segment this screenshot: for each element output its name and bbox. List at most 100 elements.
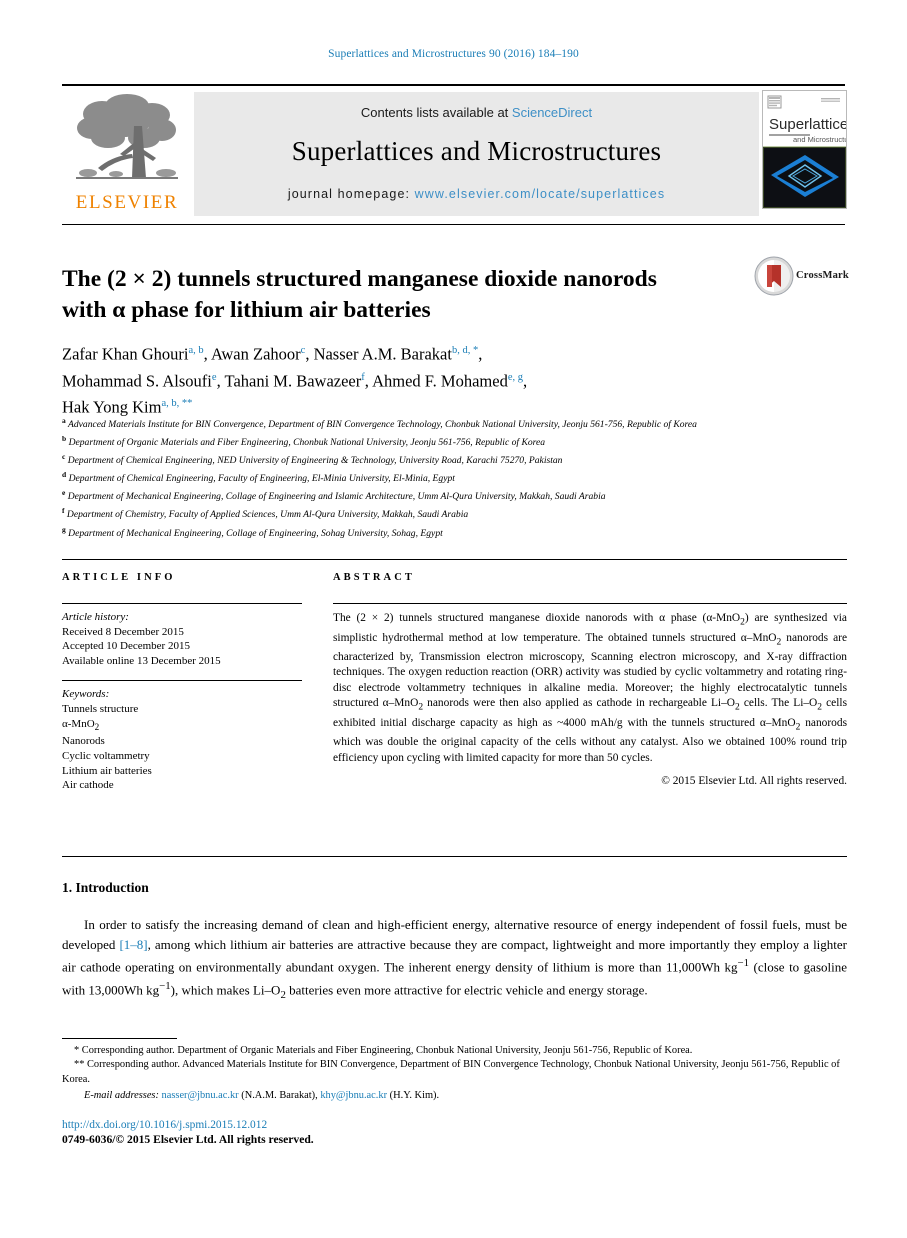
- affiliation-text: Department of Mechanical Engineering, Co…: [67, 491, 606, 503]
- article-info-rule: [62, 603, 302, 604]
- author-affil-marks: e, g: [507, 371, 523, 383]
- author-list: Zafar Khan Ghouria, b, Awan Zahoorc, Nas…: [62, 339, 762, 419]
- affiliation-text: Department of Chemical Engineering, NED …: [67, 455, 563, 467]
- author-sep: ,: [364, 371, 373, 390]
- article-history-label: Article history:: [62, 611, 129, 623]
- email-owner-kim: (H.Y. Kim).: [389, 1090, 440, 1102]
- section-heading-introduction: 1. Introduction: [62, 880, 149, 895]
- author-line-2: Mohammad S. Alsoufie, Tahani M. Bawazeer…: [62, 366, 762, 393]
- keywords-block: Keywords: Tunnels structure α-MnO2 Nanor…: [62, 687, 302, 792]
- running-head: Superlattices and Microstructures 90 (20…: [328, 48, 579, 60]
- article-info-heading: ARTICLE INFO: [62, 572, 176, 583]
- journal-masthead: ELSEVIER Contents lists available at Sci…: [62, 90, 847, 218]
- affiliation-text: Department of Mechanical Engineering, Co…: [68, 527, 443, 539]
- elsevier-wordmark: ELSEVIER: [75, 192, 179, 213]
- abstract-text: The (2 × 2) tunnels structured manganese…: [333, 612, 847, 764]
- svg-text:Superlattices: Superlattices: [769, 116, 846, 133]
- author-name[interactable]: Awan Zahoor: [211, 345, 301, 364]
- affiliation-mark: f: [62, 506, 65, 516]
- crossmark-badge[interactable]: CrossMark: [754, 256, 849, 296]
- email-link-barakat[interactable]: nasser@jbnu.ac.kr: [162, 1090, 239, 1101]
- abstract-section-top-rule: [62, 559, 847, 560]
- email-addresses-note: E-mail addresses: nasser@jbnu.ac.kr (N.A…: [62, 1089, 847, 1103]
- keywords-label: Keywords:: [62, 688, 110, 701]
- email-link-kim[interactable]: khy@jbnu.ac.kr: [320, 1090, 387, 1101]
- author-name[interactable]: Nasser A.M. Barakat: [314, 345, 452, 364]
- affiliation-mark: a: [62, 416, 66, 425]
- crossmark-label: CrossMark: [796, 270, 849, 281]
- author-sep: ,: [203, 344, 211, 364]
- affiliation-text: Advanced Materials Institute for BIN Con…: [67, 419, 697, 431]
- title-line-1: The (2 × 2) tunnels structured manganese…: [62, 265, 657, 292]
- affiliation-item: c Department of Chemical Engineering, NE…: [62, 450, 847, 468]
- affiliation-item: d Department of Chemical Engineering, Fa…: [62, 468, 847, 486]
- affiliation-mark: g: [62, 524, 66, 534]
- affiliation-item: a Advanced Materials Institute for BIN C…: [62, 414, 847, 432]
- corresponding-author-note-2: ** Corresponding author. Advanced Materi…: [62, 1059, 840, 1085]
- elsevier-logo[interactable]: ELSEVIER: [62, 90, 190, 216]
- author-sep: ,: [478, 344, 483, 364]
- abstract-column: The (2 × 2) tunnels structured manganese…: [333, 603, 847, 787]
- journal-cover-image: Superlattices and Microstructures: [763, 91, 846, 208]
- citation-link[interactable]: [1–8]: [119, 937, 147, 952]
- abstract-heading: ABSTRACT: [333, 572, 415, 583]
- keyword-item: Lithium air batteries: [62, 764, 152, 777]
- keyword-item: Tunnels structure: [62, 702, 139, 715]
- keyword-item: Nanorods: [62, 735, 105, 748]
- history-available: Available online 13 December 2015: [62, 654, 221, 667]
- author-affil-marks: a, b, **: [161, 398, 193, 409]
- email-label: E-mail addresses:: [84, 1090, 159, 1102]
- affiliation-item: e Department of Mechanical Engineering, …: [62, 486, 847, 504]
- affiliation-list: a Advanced Materials Institute for BIN C…: [62, 414, 847, 541]
- footnote-block: * Corresponding author. Department of Or…: [62, 1044, 847, 1104]
- author-affil-marks: a, b: [188, 345, 204, 356]
- elsevier-tree-icon: [76, 94, 178, 179]
- author-affil-marks: b, d, *: [451, 345, 479, 356]
- sciencedirect-link[interactable]: ScienceDirect: [512, 105, 592, 120]
- abstract-rule: [333, 603, 847, 604]
- journal-cover-thumbnail[interactable]: Superlattices and Microstructures: [762, 90, 847, 209]
- history-received: Received 8 December 2015: [62, 625, 184, 638]
- footnote-rule: [62, 1038, 177, 1039]
- journal-homepage-link[interactable]: www.elsevier.com/locate/superlattices: [415, 187, 666, 201]
- affiliation-item: f Department of Chemistry, Faculty of Ap…: [62, 504, 847, 522]
- abstract-section-bottom-rule: [62, 856, 847, 857]
- article-info-column: Article history: Received 8 December 201…: [62, 603, 302, 793]
- abstract-copyright: © 2015 Elsevier Ltd. All rights reserved…: [661, 774, 847, 787]
- author-name[interactable]: Ahmed F. Mohamed: [372, 371, 508, 390]
- affiliation-mark: c: [62, 452, 66, 462]
- contents-prefix: Contents lists available at: [360, 105, 512, 120]
- author-sep: ,: [216, 371, 225, 390]
- corresponding-author-note-1: * Corresponding author. Department of Or…: [74, 1045, 693, 1056]
- affiliation-item: b Department of Organic Materials and Fi…: [62, 432, 847, 450]
- introduction-paragraph: In order to satisfy the increasing deman…: [62, 917, 848, 1002]
- keyword-item: α-MnO2: [62, 717, 100, 732]
- doi-link[interactable]: http://dx.doi.org/10.1016/j.spmi.2015.12…: [62, 1118, 267, 1133]
- contents-available-line: Contents lists available at ScienceDirec…: [194, 105, 759, 120]
- crossmark-icon: [754, 256, 794, 296]
- homepage-prefix: journal homepage:: [287, 187, 415, 201]
- keywords-rule: [62, 680, 302, 682]
- journal-header-box: Contents lists available at ScienceDirec…: [194, 92, 759, 216]
- title-line-2: with α phase for lithium air batteries: [62, 296, 431, 323]
- affiliation-text: Department of Chemical Engineering, Facu…: [68, 473, 455, 485]
- page-title: The (2 × 2) tunnels structured manganese…: [62, 264, 722, 326]
- author-sep: ,: [305, 344, 314, 364]
- masthead-bottom-rule: [62, 224, 845, 225]
- author-line-1: Zafar Khan Ghouria, b, Awan Zahoorc, Nas…: [62, 339, 762, 366]
- email-owner-barakat: (N.A.M. Barakat),: [241, 1090, 318, 1102]
- affiliation-mark: d: [62, 470, 67, 480]
- author-name[interactable]: Zafar Khan Ghouri: [62, 345, 188, 364]
- author-name[interactable]: Tahani M. Bawazeer: [225, 371, 362, 390]
- history-accepted: Accepted 10 December 2015: [62, 640, 190, 653]
- journal-title: Superlattices and Microstructures: [291, 136, 662, 166]
- article-first-page: Superlattices and Microstructures 90 (20…: [0, 0, 907, 1238]
- svg-text:and Microstructures: and Microstructures: [793, 135, 846, 144]
- affiliation-mark: e: [62, 488, 66, 498]
- keyword-item: Cyclic voltammetry: [62, 749, 150, 762]
- affiliation-item: g Department of Mechanical Engineering, …: [62, 523, 847, 541]
- affiliation-mark: b: [62, 434, 67, 444]
- masthead-top-rule: [62, 84, 845, 86]
- author-name[interactable]: Mohammad S. Alsoufi: [62, 371, 212, 390]
- issn-copyright-line: 0749-6036/© 2015 Elsevier Ltd. All right…: [62, 1133, 314, 1146]
